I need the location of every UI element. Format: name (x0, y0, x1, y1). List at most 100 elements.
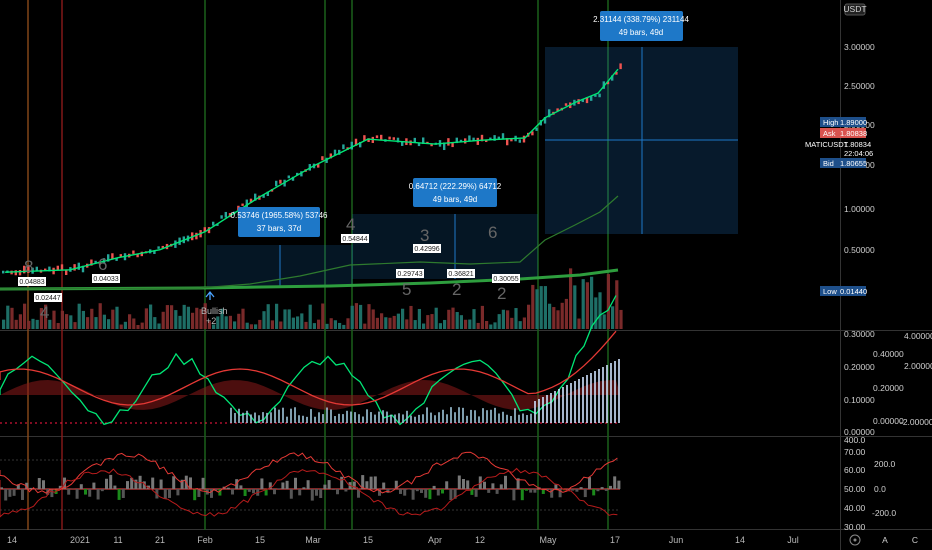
volume-bar (581, 279, 585, 329)
measure-box-2[interactable]: 0.64712 (222.29%) 64712 49 bars, 49d (409, 178, 502, 207)
candle (392, 137, 395, 140)
oscillator-bar (474, 410, 476, 423)
oscillator-bar (281, 482, 285, 489)
corner-label-a: A (882, 535, 888, 545)
volume-bar (359, 304, 363, 329)
measure-box-3[interactable]: 2.31144 (338.79%) 231144 49 bars, 49d (593, 11, 689, 41)
volume-bar (115, 306, 119, 329)
volume-bar (493, 322, 497, 329)
oscillator-bar (346, 410, 348, 423)
oscillator-bar (529, 489, 533, 493)
volume-bar (573, 285, 577, 329)
volume-bar (354, 303, 358, 329)
low-tag: Low 0.01440 (820, 286, 867, 296)
oscillator-bar (498, 413, 500, 423)
candle (65, 270, 68, 276)
oscillator-bar (508, 489, 512, 490)
volume-bar (585, 282, 589, 329)
oscillator-bar (121, 489, 125, 498)
oscillator-bar (298, 489, 302, 496)
volume-bar (594, 297, 598, 329)
candle (119, 254, 122, 257)
volume-bar (258, 319, 262, 329)
volume-bar (98, 303, 102, 329)
volume-bar (90, 308, 94, 329)
volume-bar (262, 311, 266, 329)
oscillator-bar (458, 407, 460, 423)
time-tick: Feb (197, 535, 213, 545)
oscillator-bar (176, 489, 180, 496)
oscillator-bar (302, 487, 306, 489)
oscillator-bar (310, 489, 314, 501)
oscillator-bar (432, 485, 436, 489)
oscillator-bar (238, 408, 240, 423)
volume-bar (254, 324, 258, 329)
oscillator-bar (382, 410, 384, 423)
oscillator-bar (486, 410, 488, 423)
price-label: 0.30055 (492, 274, 520, 283)
oscillator-bar (382, 482, 386, 489)
oscillator-bar (310, 409, 312, 423)
oscillator-bar (273, 489, 276, 495)
oscillator-bar (487, 489, 491, 493)
corner-controls[interactable]: A C (849, 534, 918, 546)
oscillator-bar (246, 410, 248, 423)
signal-label: Bullish (201, 306, 228, 316)
time-tick: 2021 (70, 535, 90, 545)
volume-bar (23, 303, 27, 329)
oscillator-bar (350, 411, 352, 423)
oscillator-bar (294, 407, 296, 423)
volume-bar (123, 321, 127, 329)
volume-bar (165, 305, 169, 329)
measure-box-1[interactable]: 0.53746 (1965.58%) 53746 37 bars, 37d (231, 207, 329, 237)
volume-bar (489, 324, 493, 329)
volume-bar (149, 304, 153, 329)
candle (220, 215, 223, 219)
svg-text:0.30000: 0.30000 (844, 329, 875, 339)
oscillator-bar (542, 397, 544, 423)
volume-bar (119, 324, 123, 329)
chart-canvas[interactable]: 0.53746 (1965.58%) 53746 37 bars, 37d 0.… (0, 0, 932, 550)
oscillator-bar (606, 365, 608, 423)
volume-bar (144, 308, 148, 329)
volume-bar (81, 310, 85, 329)
volume-bar (18, 314, 22, 329)
currency-badge: USDT (843, 3, 867, 16)
oscillator-bar (306, 480, 310, 489)
candle (224, 211, 227, 218)
oscillator-bar (250, 414, 252, 423)
gear-icon (849, 534, 861, 546)
wave-label: 2 (497, 284, 506, 303)
svg-text:0.02447: 0.02447 (35, 295, 60, 302)
oscillator-bar (239, 485, 243, 489)
time-tick: 14 (735, 535, 745, 545)
time-axis[interactable]: 14 2021 11 21 Feb 15 Mar 15 Apr 12 May 17 Jun 14 Jul (7, 535, 799, 545)
oscillator-bar (602, 367, 604, 423)
candle (451, 142, 454, 148)
volume-bar (333, 320, 337, 329)
volume-bar (10, 307, 14, 329)
volume-bar (443, 319, 447, 329)
oscillator-bar (594, 371, 596, 423)
volume-bar (434, 307, 438, 329)
volume-bar (438, 323, 442, 329)
oscillator-bar (436, 489, 440, 496)
oscillator-bar (315, 489, 318, 496)
volume-bar (329, 318, 333, 329)
volume-bar (228, 315, 232, 329)
oscillator-bar (502, 411, 504, 423)
wave-label: 6 (98, 255, 107, 274)
volume-bar (182, 304, 186, 329)
oscillator-bar (373, 476, 377, 489)
volume-bar (556, 310, 560, 329)
time-tick: 21 (155, 535, 165, 545)
oscillator-bar (231, 489, 234, 495)
volume-bar (422, 323, 426, 329)
svg-text:22:04:06: 22:04:06 (844, 149, 873, 158)
svg-text:0.40000: 0.40000 (873, 349, 904, 359)
volume-bar (128, 314, 132, 329)
candle (564, 103, 568, 106)
oscillator-bar (582, 377, 584, 423)
volume-bar (111, 309, 115, 329)
volume-bar (60, 310, 64, 329)
